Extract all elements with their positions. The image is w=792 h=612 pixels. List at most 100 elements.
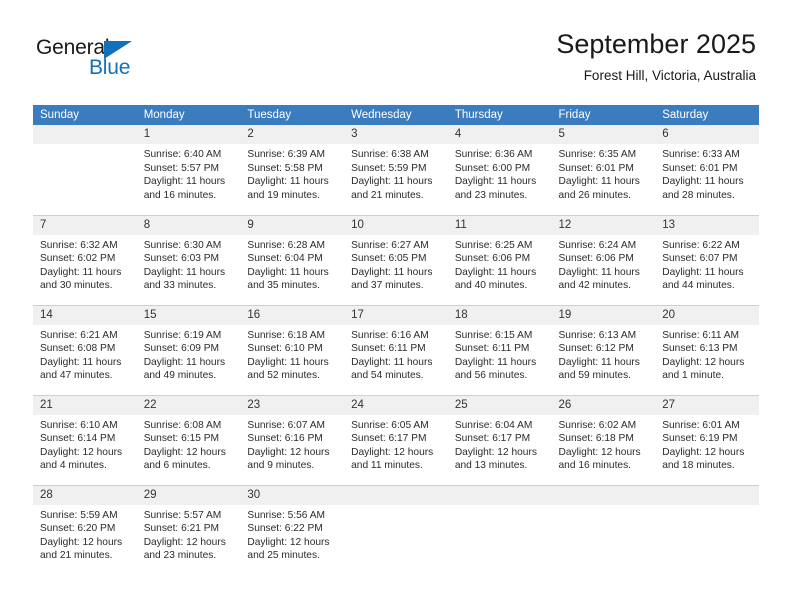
sunrise-text: Sunrise: 6:27 AM: [351, 239, 429, 251]
daylight-text: Daylight: 12 hours and 13 minutes.: [454, 446, 537, 472]
day-info: Sunrise: 6:04 AM Sunset: 6:17 PM Dayligh…: [448, 415, 552, 473]
daylight-text: Daylight: 11 hours and 52 minutes.: [247, 356, 329, 382]
sunset-text: Sunset: 6:02 PM: [40, 253, 116, 265]
day-cell[interactable]: 4 Sunrise: 6:36 AM Sunset: 6:00 PM Dayli…: [447, 125, 552, 215]
day-info: Sunrise: 6:38 AM Sunset: 5:59 PM Dayligh…: [344, 144, 448, 202]
weekday-header-sunday: Sunday: [33, 105, 137, 125]
sunset-text: Sunset: 6:15 PM: [143, 433, 220, 445]
day-cell[interactable]: 26 Sunrise: 6:02 AM Sunset: 6:18 PM Dayl…: [551, 394, 656, 485]
sunrise-text: Sunrise: 6:24 AM: [558, 239, 637, 251]
day-info: Sunrise: 6:07 AM Sunset: 6:16 PM Dayligh…: [240, 415, 344, 473]
logo-word-blue: Blue: [89, 56, 131, 79]
sunrise-text: Sunrise: 6:13 AM: [558, 329, 637, 341]
week-row: 28 Sunrise: 5:59 AM Sunset: 6:20 PM Dayl…: [33, 484, 759, 575]
sunrise-text: Sunrise: 6:05 AM: [351, 419, 429, 431]
sunset-text: Sunset: 6:01 PM: [558, 162, 634, 174]
calendar-body: 1 Sunrise: 6:40 AM Sunset: 5:57 PM Dayli…: [33, 125, 759, 575]
week-row: 1 Sunrise: 6:40 AM Sunset: 5:57 PM Dayli…: [33, 125, 759, 215]
general-blue-logo[interactable]: General Blue: [36, 36, 156, 88]
day-cell[interactable]: 29 Sunrise: 5:57 AM Sunset: 6:21 PM Dayl…: [136, 484, 241, 575]
week-row: 14 Sunrise: 6:21 AM Sunset: 6:08 PM Dayl…: [33, 304, 759, 395]
sunset-text: Sunset: 6:11 PM: [351, 343, 426, 355]
day-cell[interactable]: 16 Sunrise: 6:18 AM Sunset: 6:10 PM Dayl…: [240, 304, 345, 395]
day-number: 16: [240, 305, 345, 325]
day-cell[interactable]: 9 Sunrise: 6:28 AM Sunset: 6:04 PM Dayli…: [240, 214, 345, 305]
daylight-text: Daylight: 12 hours and 18 minutes.: [662, 446, 745, 472]
day-info: Sunrise: 6:28 AM Sunset: 6:04 PM Dayligh…: [240, 235, 344, 293]
daylight-text: Daylight: 11 hours and 59 minutes.: [558, 356, 640, 382]
day-cell[interactable]: 7 Sunrise: 6:32 AM Sunset: 6:02 PM Dayli…: [33, 214, 137, 305]
day-info: Sunrise: 6:22 AM Sunset: 6:07 PM Dayligh…: [655, 235, 759, 293]
sunset-text: Sunset: 6:08 PM: [40, 343, 116, 355]
day-number: 21: [33, 395, 137, 415]
day-cell[interactable]: 12 Sunrise: 6:24 AM Sunset: 6:06 PM Dayl…: [551, 214, 656, 305]
daylight-text: Daylight: 11 hours and 16 minutes.: [143, 176, 226, 201]
day-cell[interactable]: 18 Sunrise: 6:15 AM Sunset: 6:11 PM Dayl…: [447, 304, 552, 395]
day-cell[interactable]: 2 Sunrise: 6:39 AM Sunset: 5:58 PM Dayli…: [240, 125, 345, 215]
sunrise-text: Sunrise: 6:39 AM: [247, 149, 325, 160]
sunset-text: Sunset: 6:10 PM: [247, 343, 323, 355]
daylight-text: Daylight: 11 hours and 44 minutes.: [662, 266, 744, 292]
day-number: 24: [344, 395, 448, 415]
day-cell[interactable]: 1 Sunrise: 6:40 AM Sunset: 5:57 PM Dayli…: [136, 125, 241, 215]
day-cell[interactable]: 5 Sunrise: 6:35 AM Sunset: 6:01 PM Dayli…: [551, 125, 656, 215]
day-info: Sunrise: 6:21 AM Sunset: 6:08 PM Dayligh…: [33, 325, 137, 383]
day-cell[interactable]: 21 Sunrise: 6:10 AM Sunset: 6:14 PM Dayl…: [33, 394, 137, 485]
sunset-text: Sunset: 5:58 PM: [247, 162, 323, 174]
sunset-text: Sunset: 5:57 PM: [143, 162, 220, 174]
day-info: Sunrise: 6:24 AM Sunset: 6:06 PM Dayligh…: [552, 235, 656, 293]
day-number: 27: [655, 395, 759, 415]
day-number: 18: [447, 305, 552, 325]
day-cell[interactable]: 15 Sunrise: 6:19 AM Sunset: 6:09 PM Dayl…: [136, 304, 241, 395]
weekday-header-friday: Friday: [551, 105, 656, 125]
day-info: Sunrise: 6:05 AM Sunset: 6:17 PM Dayligh…: [344, 415, 448, 473]
title-block: September 2025 Forest Hill, Victoria, Au…: [556, 28, 756, 86]
daylight-text: Daylight: 12 hours and 16 minutes.: [558, 446, 641, 472]
sunrise-text: Sunrise: 6:25 AM: [454, 239, 533, 251]
sunset-text: Sunset: 6:07 PM: [662, 253, 738, 265]
day-number: 9: [240, 215, 345, 235]
day-number: 30: [240, 485, 345, 505]
daylight-text: Daylight: 11 hours and 19 minutes.: [247, 176, 329, 201]
day-cell[interactable]: 14 Sunrise: 6:21 AM Sunset: 6:08 PM Dayl…: [33, 304, 137, 395]
day-number: 5: [551, 125, 656, 144]
week-row: 7 Sunrise: 6:32 AM Sunset: 6:02 PM Dayli…: [33, 214, 759, 305]
day-cell[interactable]: 8 Sunrise: 6:30 AM Sunset: 6:03 PM Dayli…: [136, 214, 241, 305]
day-number: 17: [344, 305, 448, 325]
daylight-text: Daylight: 12 hours and 23 minutes.: [143, 536, 226, 562]
day-cell[interactable]: 3 Sunrise: 6:38 AM Sunset: 5:59 PM Dayli…: [344, 125, 448, 215]
day-cell[interactable]: 25 Sunrise: 6:04 AM Sunset: 6:17 PM Dayl…: [447, 394, 552, 485]
sunrise-text: Sunrise: 6:21 AM: [40, 329, 118, 341]
day-cell[interactable]: 24 Sunrise: 6:05 AM Sunset: 6:17 PM Dayl…: [344, 394, 448, 485]
day-cell[interactable]: 6 Sunrise: 6:33 AM Sunset: 6:01 PM Dayli…: [655, 125, 759, 215]
daylight-text: Daylight: 12 hours and 11 minutes.: [351, 446, 434, 472]
sunset-text: Sunset: 6:16 PM: [247, 433, 323, 445]
day-cell[interactable]: 19 Sunrise: 6:13 AM Sunset: 6:12 PM Dayl…: [551, 304, 656, 395]
sunset-text: Sunset: 6:14 PM: [40, 433, 116, 445]
sunrise-text: Sunrise: 6:10 AM: [40, 419, 118, 431]
daylight-text: Daylight: 12 hours and 1 minute.: [662, 356, 745, 382]
day-cell[interactable]: 17 Sunrise: 6:16 AM Sunset: 6:11 PM Dayl…: [344, 304, 448, 395]
day-cell[interactable]: 27 Sunrise: 6:01 AM Sunset: 6:19 PM Dayl…: [655, 394, 759, 485]
day-cell[interactable]: 10 Sunrise: 6:27 AM Sunset: 6:05 PM Dayl…: [344, 214, 448, 305]
daylight-text: Daylight: 11 hours and 56 minutes.: [454, 356, 537, 382]
day-cell[interactable]: 22 Sunrise: 6:08 AM Sunset: 6:15 PM Dayl…: [136, 394, 241, 485]
weekday-header-wednesday: Wednesday: [344, 105, 448, 125]
sunrise-text: Sunrise: 6:16 AM: [351, 329, 429, 341]
day-info: Sunrise: 6:02 AM Sunset: 6:18 PM Dayligh…: [552, 415, 656, 473]
daylight-text: Daylight: 12 hours and 21 minutes.: [40, 536, 123, 562]
location-subtitle: Forest Hill, Victoria, Australia: [583, 68, 756, 83]
day-number: 1: [136, 125, 241, 144]
day-cell[interactable]: 28 Sunrise: 5:59 AM Sunset: 6:20 PM Dayl…: [33, 484, 137, 575]
sunset-text: Sunset: 6:06 PM: [454, 253, 531, 265]
day-cell[interactable]: 20 Sunrise: 6:11 AM Sunset: 6:13 PM Dayl…: [655, 304, 759, 395]
day-cell[interactable]: 13 Sunrise: 6:22 AM Sunset: 6:07 PM Dayl…: [655, 214, 759, 305]
sunrise-text: Sunrise: 6:07 AM: [247, 419, 325, 431]
weekday-header-row: Sunday Monday Tuesday Wednesday Thursday…: [33, 105, 759, 125]
day-cell[interactable]: 23 Sunrise: 6:07 AM Sunset: 6:16 PM Dayl…: [240, 394, 345, 485]
day-cell[interactable]: 30 Sunrise: 5:56 AM Sunset: 6:22 PM Dayl…: [240, 484, 345, 575]
sunrise-text: Sunrise: 5:57 AM: [143, 509, 222, 521]
day-number: 29: [136, 485, 241, 505]
day-info: Sunrise: 6:16 AM Sunset: 6:11 PM Dayligh…: [344, 325, 448, 383]
day-cell[interactable]: 11 Sunrise: 6:25 AM Sunset: 6:06 PM Dayl…: [447, 214, 552, 305]
